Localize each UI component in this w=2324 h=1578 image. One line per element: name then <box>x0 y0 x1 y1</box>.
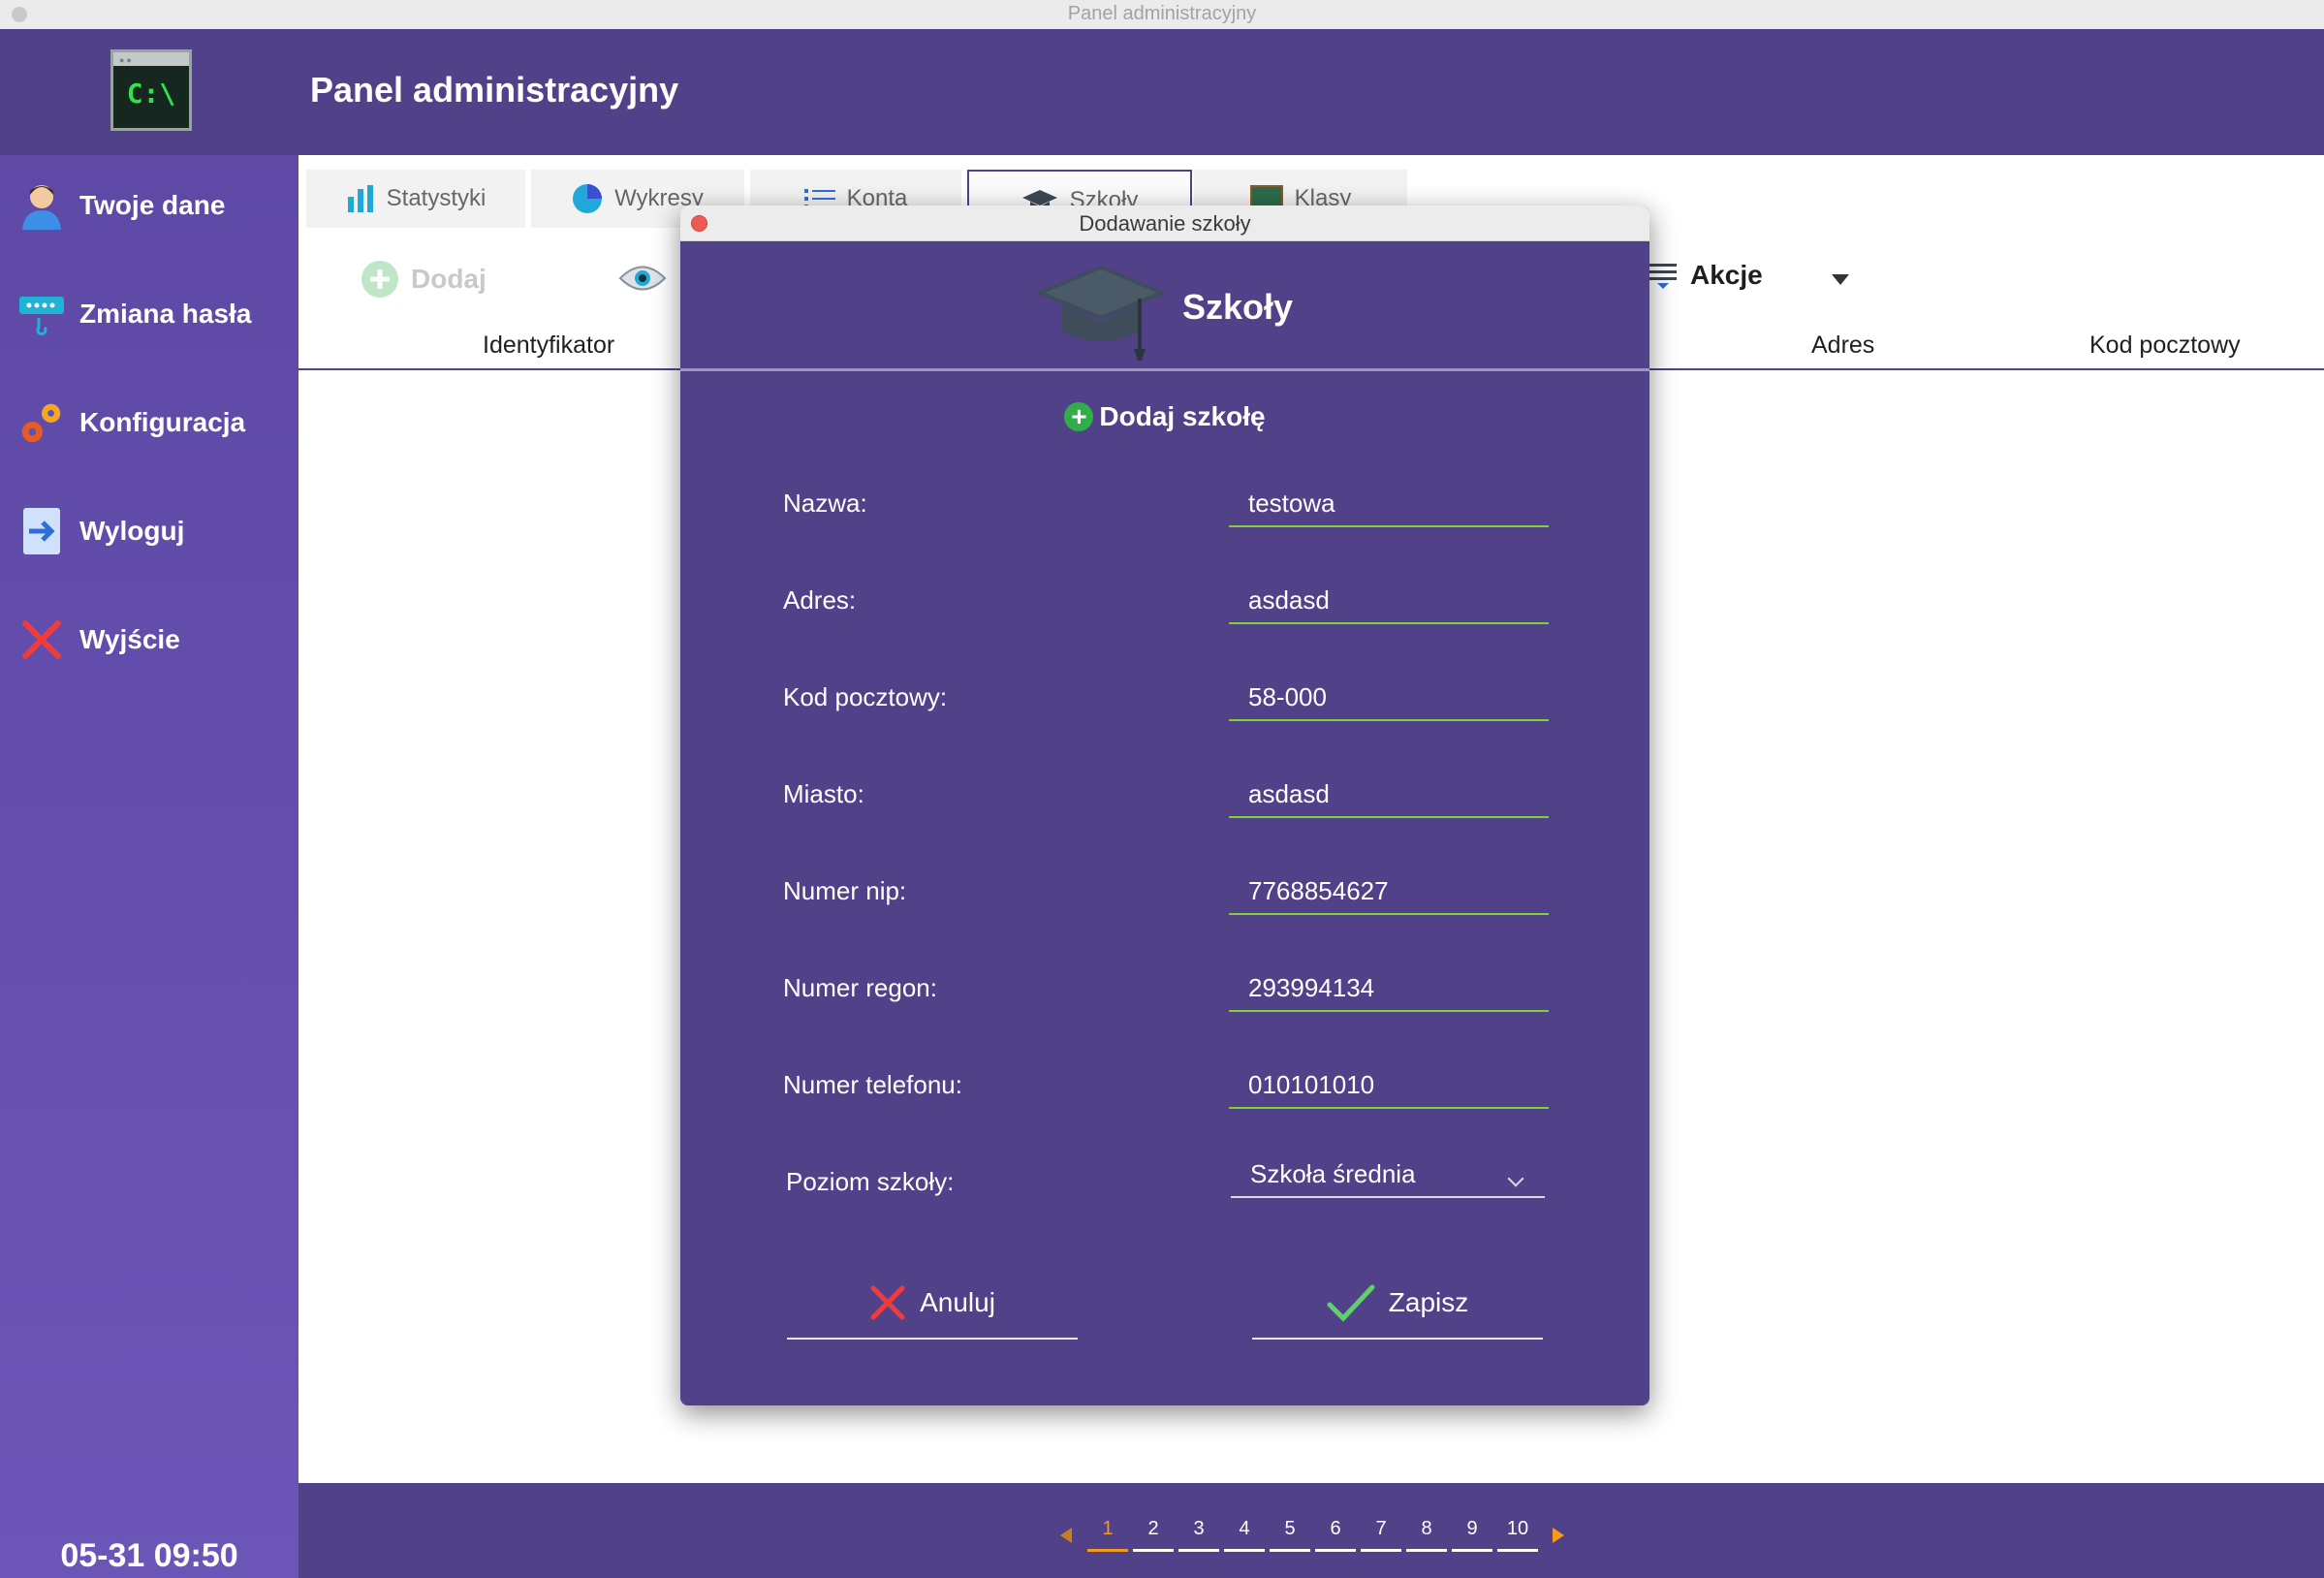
name-field[interactable] <box>1229 481 1549 527</box>
postal-code-field[interactable] <box>1229 675 1549 721</box>
actions-dropdown-caret-icon[interactable] <box>1832 274 1849 285</box>
sidebar-item-label: Twoje dane <box>79 190 226 220</box>
sidebar-item-logout[interactable]: Wyloguj <box>17 502 289 560</box>
logo-text: C:\ <box>126 78 176 110</box>
actions-button[interactable]: Akcje <box>1648 260 1763 291</box>
sidebar-item-profile[interactable]: Twoje dane <box>17 176 289 235</box>
tab-statistics[interactable]: Statystyki <box>306 170 525 228</box>
name-label: Nazwa: <box>783 489 867 518</box>
sidebar-item-label: Wyloguj <box>79 516 185 546</box>
pie-chart-icon <box>572 183 603 214</box>
bar-chart-icon <box>346 185 375 212</box>
sidebar-item-change-password[interactable]: Zmiana hasła <box>17 285 289 343</box>
regon-field[interactable] <box>1229 965 1549 1012</box>
gears-icon <box>17 398 66 447</box>
exit-icon <box>17 615 66 664</box>
address-field[interactable] <box>1229 578 1549 624</box>
page-1[interactable]: 1 <box>1087 1518 1128 1552</box>
close-icon <box>869 1284 906 1321</box>
page-9[interactable]: 9 <box>1452 1518 1492 1552</box>
window-title: Panel administracyjny <box>1067 3 1257 24</box>
dialog-subtitle: + Dodaj szkołę <box>680 401 1649 432</box>
plus-circle-icon: + <box>1064 402 1094 431</box>
page-5[interactable]: 5 <box>1270 1518 1310 1552</box>
address-label: Adres: <box>783 585 857 615</box>
nip-field[interactable] <box>1229 868 1549 915</box>
eye-icon <box>618 266 667 297</box>
page-4[interactable]: 4 <box>1224 1518 1265 1552</box>
user-icon <box>17 181 66 230</box>
add-school-dialog: Dodawanie szkoły Szkoły + Dodaj szkołę N… <box>680 205 1649 1405</box>
school-level-select[interactable]: Szkoła średnia <box>1231 1152 1545 1198</box>
page-10[interactable]: 10 <box>1497 1518 1538 1552</box>
tab-label: Statystyki <box>386 185 487 211</box>
phone-field[interactable] <box>1229 1062 1549 1109</box>
postal-code-label: Kod pocztowy: <box>783 682 948 711</box>
password-icon <box>17 290 66 338</box>
dialog-titlebar: Dodawanie szkoły <box>680 205 1649 241</box>
dialog-window-title: Dodawanie szkoły <box>1079 211 1251 236</box>
city-label: Miasto: <box>783 779 864 808</box>
page-3[interactable]: 3 <box>1178 1518 1219 1552</box>
plus-circle-icon <box>361 260 399 299</box>
dialog-subtitle-text: Dodaj szkołę <box>1099 401 1266 431</box>
sidebar-item-label: Wyjście <box>79 624 180 654</box>
column-header-postal-code[interactable]: Kod pocztowy <box>2089 331 2241 360</box>
sidebar-item-label: Zmiana hasła <box>79 299 252 329</box>
school-level-value: Szkoła średnia <box>1250 1158 1416 1188</box>
cancel-button-label: Anuluj <box>920 1287 995 1317</box>
save-button[interactable]: Zapisz <box>1252 1268 1543 1340</box>
page-7[interactable]: 7 <box>1361 1518 1401 1552</box>
regon-label: Numer regon: <box>783 973 937 1002</box>
view-button[interactable] <box>618 264 667 298</box>
page-6[interactable]: 6 <box>1315 1518 1356 1552</box>
dialog-header-divider <box>680 368 1649 371</box>
app-title: Panel administracyjny <box>310 70 679 110</box>
add-button[interactable]: Dodaj <box>361 260 487 299</box>
save-button-label: Zapisz <box>1388 1287 1469 1317</box>
next-page-icon[interactable] <box>1553 1528 1564 1543</box>
column-header-identifier[interactable]: Identyfikator <box>483 331 614 360</box>
nip-label: Numer nip: <box>783 876 907 905</box>
school-level-label: Poziom szkoły: <box>786 1167 955 1196</box>
graduation-cap-icon <box>1033 260 1169 371</box>
phone-label: Numer telefonu: <box>783 1070 962 1099</box>
logout-icon <box>17 507 66 555</box>
sidebar-item-exit[interactable]: Wyjście <box>17 611 289 669</box>
checkmark-icon <box>1327 1283 1375 1322</box>
sidebar-item-configuration[interactable]: Konfiguracja <box>17 394 289 452</box>
cancel-button[interactable]: Anuluj <box>787 1268 1078 1340</box>
terminal-logo-icon: ●● C:\ <box>110 49 192 131</box>
sidebar: Twoje dane Zmiana hasła Konfiguracja Wyl… <box>0 155 298 1578</box>
clock: 05-31 09:50 <box>60 1537 238 1574</box>
previous-page-icon[interactable] <box>1060 1528 1072 1543</box>
dialog-heading: Szkoły <box>1182 287 1294 327</box>
city-field[interactable] <box>1229 772 1549 818</box>
window-titlebar: Panel administracyjny <box>0 0 2324 30</box>
sidebar-item-label: Konfiguracja <box>79 407 246 437</box>
column-header-address[interactable]: Adres <box>1811 331 1874 360</box>
page-2[interactable]: 2 <box>1133 1518 1174 1552</box>
filter-lines-icon <box>1648 260 1679 291</box>
actions-button-label: Akcje <box>1690 260 1763 290</box>
pagination-bar <box>298 1483 2324 1578</box>
add-button-label: Dodaj <box>411 264 487 294</box>
page-8[interactable]: 8 <box>1406 1518 1447 1552</box>
